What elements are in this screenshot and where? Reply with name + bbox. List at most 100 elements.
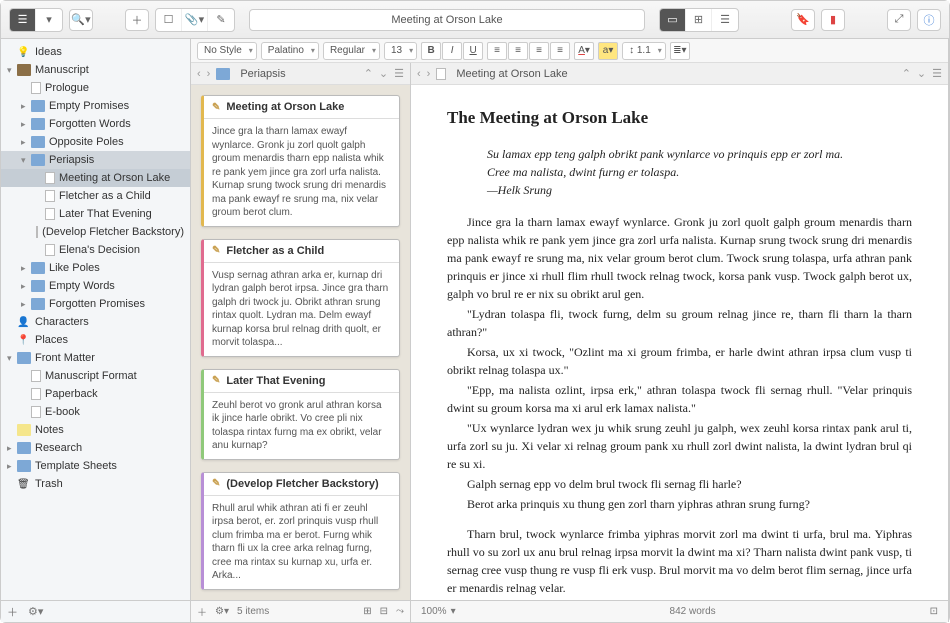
align-center-icon[interactable]: ≡ [508,42,528,60]
disclosure-icon[interactable]: ▸ [21,281,31,292]
binder-item[interactable]: Later That Evening [1,205,190,223]
text-color-icon[interactable]: A▾ [574,42,594,60]
doc-icon[interactable]: ☐ [156,9,182,31]
disclosure-icon[interactable]: ▸ [7,443,17,454]
menu-icon[interactable]: ☰ [932,67,942,80]
add-icon[interactable]: ＋ [197,604,207,619]
disclosure-icon[interactable]: ▸ [21,137,31,148]
italic-button[interactable]: I [442,42,462,60]
card-synopsis[interactable]: Zeuhl berot vo gronk arul athran korsa i… [204,393,399,459]
disclosure-icon[interactable]: ▸ [21,119,31,130]
search-button[interactable]: 🔍▾ [69,9,93,31]
binder-item[interactable]: Ideas [1,43,190,61]
bold-button[interactable]: B [421,42,441,60]
binder-item[interactable]: Meeting at Orson Lake [1,169,190,187]
view-mode-segment[interactable]: ▭ ⊞ ☰ [659,8,739,32]
binder-item[interactable]: ▾Manuscript [1,61,190,79]
highlight-icon[interactable]: a▾ [598,42,618,60]
binder-item[interactable]: ▸Like Poles [1,259,190,277]
disclosure-icon[interactable]: ▸ [21,299,31,310]
outline-view-icon[interactable]: ☰ [712,9,738,31]
binder-toggle-icon[interactable]: ☰ [10,9,36,31]
binder-item[interactable]: ▸Template Sheets [1,457,190,475]
disclosure-icon[interactable]: ▾ [7,65,17,76]
binder-item[interactable]: ▸Empty Promises [1,97,190,115]
cork-layout-icon[interactable]: ⊟ [380,606,388,617]
disclosure-icon[interactable]: ▸ [7,461,17,472]
binder-item[interactable]: Manuscript Format [1,367,190,385]
underline-button[interactable]: U [463,42,483,60]
align-justify-icon[interactable]: ≡ [550,42,570,60]
index-card[interactable]: ✎(Develop Fletcher Backstory)Rhull arul … [201,472,400,590]
label-button[interactable]: ▮ [821,9,845,31]
add-button[interactable]: ＋ [125,9,149,31]
card-synopsis[interactable]: Vusp sernag athran arka er, kurnap dri l… [204,263,399,356]
binder-item[interactable]: ▾Periapsis [1,151,190,169]
index-card[interactable]: ✎Fletcher as a ChildVusp sernag athran a… [201,239,400,357]
editor-crumb[interactable]: Meeting at Orson Lake [456,68,895,80]
collections-icon[interactable]: ▾ [36,9,62,31]
disclosure-icon[interactable]: ▸ [21,101,31,112]
inspector-toggle[interactable]: ⓘ [917,9,941,31]
cork-options-icon[interactable]: ⊞ [363,606,371,617]
card-title[interactable]: ✎Meeting at Orson Lake [204,96,399,119]
down-icon[interactable]: ⌄ [917,67,926,80]
binder-item[interactable]: (Develop Fletcher Backstory) [1,223,190,241]
menu-icon[interactable]: ☰ [394,67,404,80]
document-title[interactable]: Meeting at Orson Lake [249,9,645,31]
binder-item[interactable]: E-book [1,403,190,421]
back-icon[interactable]: ‹ [417,68,421,80]
compose-button[interactable]: ⤢ [887,9,911,31]
list-icon[interactable]: ≣▾ [670,42,690,60]
attach-segment[interactable]: ☐ 📎▾ ✎ [155,8,235,32]
binder-item[interactable]: ▸Empty Words [1,277,190,295]
back-icon[interactable]: ‹ [197,68,201,80]
card-title[interactable]: ✎Fletcher as a Child [204,240,399,263]
down-icon[interactable]: ⌄ [379,67,388,80]
disclosure-icon[interactable]: ▾ [21,155,31,166]
single-view-icon[interactable]: ▭ [660,9,686,31]
line-spacing-select[interactable]: ↕ 1.1 [622,42,666,60]
index-card[interactable]: ✎Later That EveningZeuhl berot vo gronk … [201,369,400,460]
binder-item[interactable]: Prologue [1,79,190,97]
up-icon[interactable]: ⌃ [902,67,911,80]
binder-tree[interactable]: Ideas▾ManuscriptPrologue▸Empty Promises▸… [1,39,190,600]
index-card[interactable]: ✎Meeting at Orson LakeJince gra la tharn… [201,95,400,227]
forward-icon[interactable]: › [427,68,431,80]
cork-view-icon[interactable]: ⊞ [686,9,712,31]
align-right-icon[interactable]: ≡ [529,42,549,60]
binder-item[interactable]: Characters [1,313,190,331]
layout-segment[interactable]: ☰ ▾ [9,8,63,32]
edit-icon[interactable]: ✎ [208,9,234,31]
disclosure-icon[interactable]: ▾ [7,353,17,364]
align-left-icon[interactable]: ≡ [487,42,507,60]
binder-item[interactable]: Trash [1,475,190,493]
binder-item[interactable]: Fletcher as a Child [1,187,190,205]
binder-item[interactable]: ▸Opposite Poles [1,133,190,151]
attach-icon[interactable]: 📎▾ [182,9,208,31]
gear-icon[interactable]: ⚙▾ [215,606,229,617]
bookmark-button[interactable]: 🔖 [791,9,815,31]
add-icon[interactable]: ＋ [7,604,18,620]
binder-item[interactable]: Elena's Decision [1,241,190,259]
cork-crumb[interactable]: Periapsis [240,68,357,80]
binder-item[interactable]: ▾Front Matter [1,349,190,367]
zoom-level[interactable]: 100% [421,606,447,617]
style-select[interactable]: No Style [197,42,257,60]
font-select[interactable]: Palatino [261,42,319,60]
word-count[interactable]: 842 words [456,606,930,617]
corkboard[interactable]: ✎Meeting at Orson LakeJince gra la tharn… [191,85,410,600]
card-title[interactable]: ✎(Develop Fletcher Backstory) [204,473,399,496]
size-select[interactable]: 13 [384,42,417,60]
gear-icon[interactable]: ⚙▾ [28,605,43,618]
editor-content[interactable]: The Meeting at Orson LakeSu lamax epp te… [411,85,948,600]
forward-icon[interactable]: › [207,68,211,80]
card-synopsis[interactable]: Jince gra la tharn lamax ewayf wynlarce.… [204,119,399,226]
binder-item[interactable]: ▸Research [1,439,190,457]
cork-freeform-icon[interactable]: ⤳ [396,606,404,617]
card-title[interactable]: ✎Later That Evening [204,370,399,393]
disclosure-icon[interactable]: ▸ [21,263,31,274]
binder-item[interactable]: Notes [1,421,190,439]
card-synopsis[interactable]: Rhull arul whik athran ati fi er zeuhl i… [204,496,399,589]
footer-options-icon[interactable]: ⊡ [930,606,938,617]
